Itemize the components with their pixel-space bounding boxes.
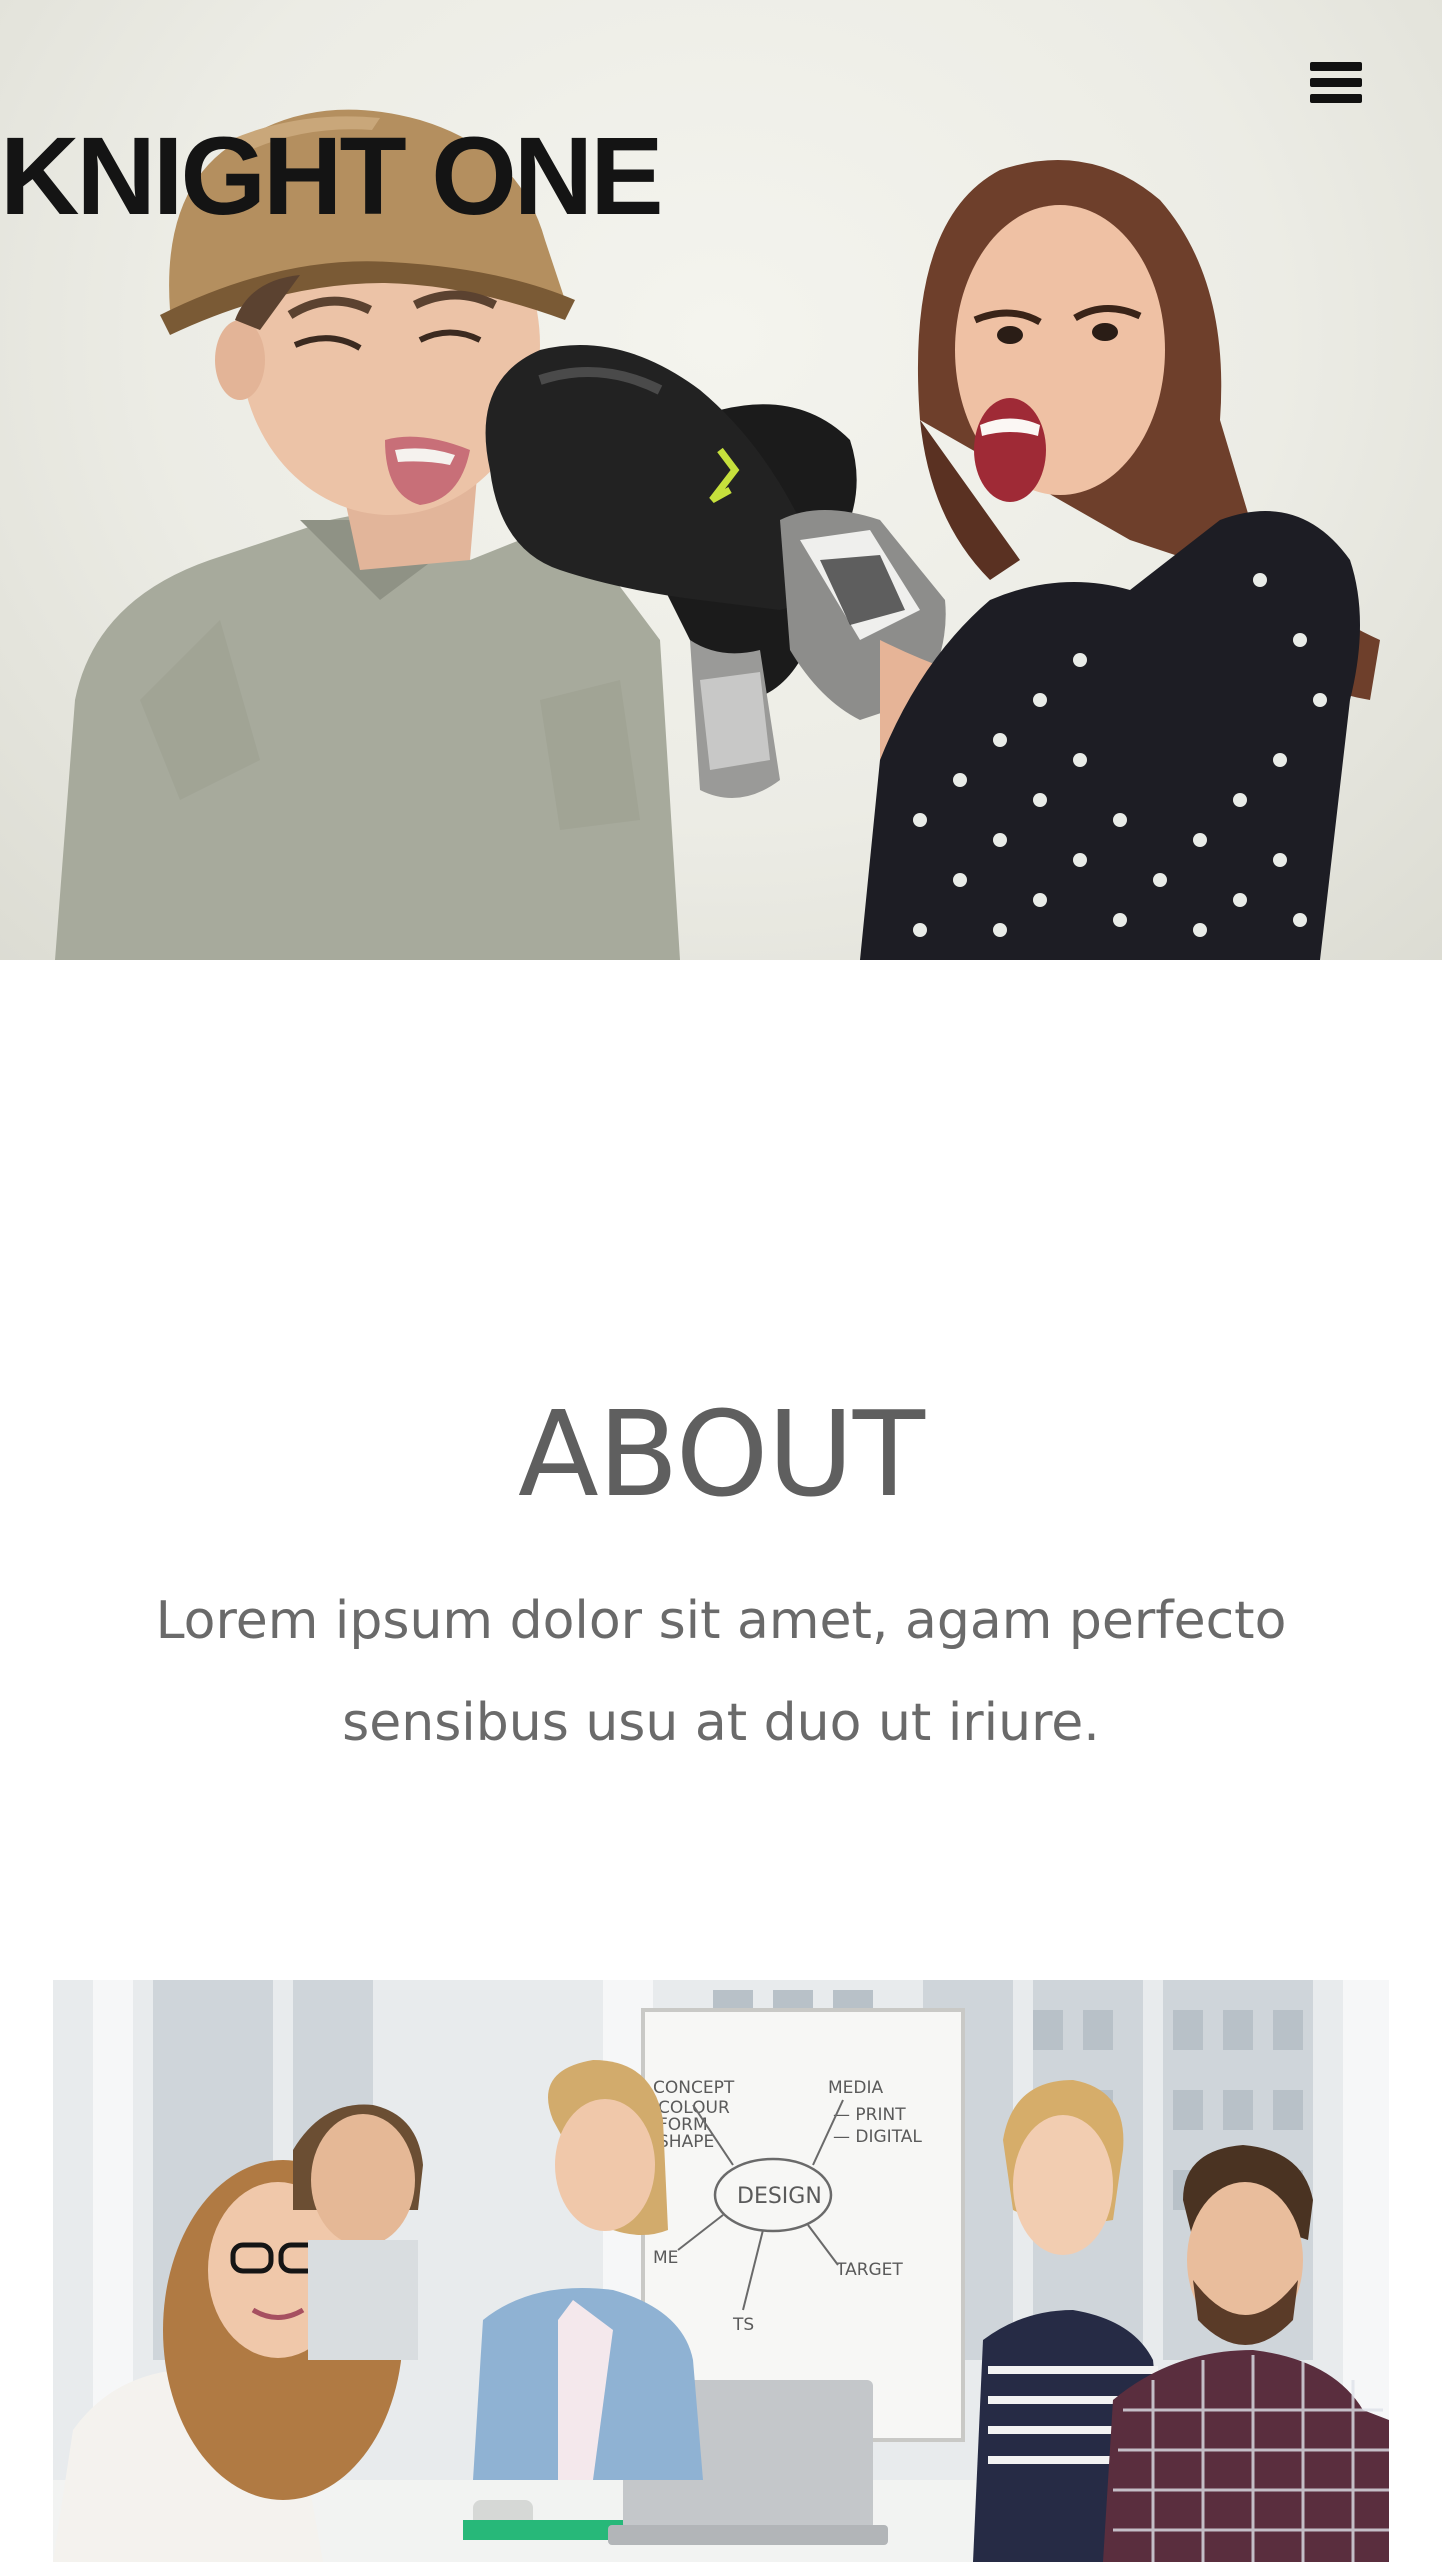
about-heading: ABOUT: [518, 1385, 925, 1523]
team-image: CONCEPT COLOUR FORM SHAPE MEDIA — PRINT …: [53, 1980, 1389, 2562]
whiteboard-text-media: MEDIA: [828, 2078, 884, 2098]
whiteboard-text-digital: — DIGITAL: [833, 2127, 922, 2147]
whiteboard-text-concept: CONCEPT: [653, 2078, 735, 2098]
whiteboard-text-shape: SHAPE: [658, 2132, 714, 2152]
menu-bar-middle: [1310, 78, 1362, 87]
team-photo: CONCEPT COLOUR FORM SHAPE MEDIA — PRINT …: [53, 1980, 1389, 2562]
menu-bar-bottom: [1310, 94, 1362, 103]
whiteboard-text-time: ME: [653, 2248, 678, 2268]
page: KNIGHT ONE ABOUT Lorem ipsum dolor sit a…: [0, 0, 1442, 2562]
site-title[interactable]: KNIGHT ONE: [0, 122, 664, 232]
about-description: Lorem ipsum dolor sit amet, agam perfect…: [155, 1591, 1287, 1753]
hero-section: KNIGHT ONE: [0, 0, 1442, 960]
whiteboard-text-design: DESIGN: [737, 2184, 822, 2209]
whiteboard-text-target: TARGET: [835, 2260, 903, 2280]
hamburger-menu-icon[interactable]: [1300, 52, 1366, 112]
whiteboard-text-print: — PRINT: [833, 2105, 906, 2125]
whiteboard-text-cost: TS: [732, 2315, 754, 2335]
menu-bar-top: [1310, 62, 1362, 71]
